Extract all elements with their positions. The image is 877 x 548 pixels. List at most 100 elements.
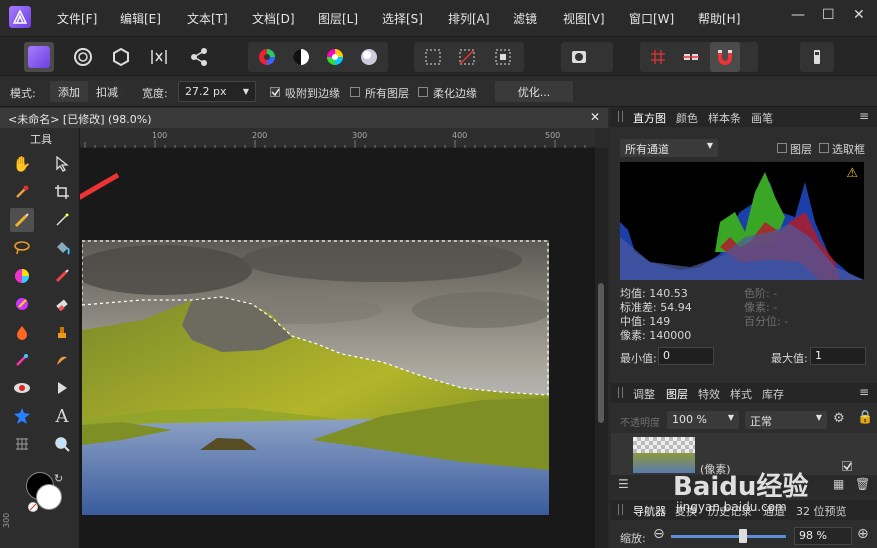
freehand-selection-tool-icon[interactable] [10,236,34,260]
menu-document[interactable]: 文档[D] [252,10,295,27]
panel-menu-icon[interactable]: ≡ [859,385,869,399]
tab-navigator[interactable]: 导航器 [633,503,666,519]
grid-icon[interactable] [643,42,673,72]
layer-settings-icon[interactable]: ⚙ [833,411,845,426]
zoom-slider-handle[interactable] [739,529,747,543]
paint-brush-tool-icon[interactable] [50,264,74,288]
menu-arrange[interactable]: 排列[A] [448,10,490,27]
menu-layer[interactable]: 图层[L] [318,10,358,27]
text-tool-icon[interactable]: A [50,404,74,428]
mode-subtract-button[interactable]: 扣减 [88,81,126,102]
fill-tool-icon[interactable] [50,236,74,260]
marquee-checkbox[interactable] [819,143,829,153]
all-layers-checkbox[interactable] [350,87,360,97]
canvas-area[interactable] [80,148,595,548]
soft-edges-checkbox[interactable] [418,87,428,97]
menu-window[interactable]: 窗口[W] [629,10,674,27]
white-balance-icon[interactable] [354,42,384,72]
tab-swatches[interactable]: 样本条 [708,110,741,126]
menu-text[interactable]: 文本[T] [187,10,228,27]
canvas-vertical-scrollbar[interactable] [595,148,608,548]
smudge-brush-tool-icon[interactable] [50,348,74,372]
export-persona-icon[interactable] [184,42,214,72]
layers-stack-icon[interactable]: ☰ [618,477,629,491]
document-close-icon[interactable]: ✕ [590,110,600,124]
panel-menu-icon[interactable]: ≡ [859,109,869,123]
panel-grip-icon[interactable] [618,504,623,515]
min-value-field[interactable]: 0 [658,347,714,365]
channel-dropdown[interactable]: 所有通道 ▼ [620,139,718,157]
selection-marquee-icon[interactable] [418,42,448,72]
close-window-button[interactable]: ✕ [853,7,865,23]
snap-align-icon[interactable] [676,42,706,72]
rectangle-shape-tool-icon[interactable] [10,404,34,428]
zoom-field[interactable]: 98 % [794,527,852,545]
zoom-out-icon[interactable]: ⊖ [653,526,665,542]
refine-button[interactable]: 优化... [495,81,573,102]
no-fill-icon[interactable] [28,502,38,512]
red-eye-tool-icon[interactable] [10,376,34,400]
node-tool-icon[interactable] [50,376,74,400]
hsl-icon[interactable] [320,42,350,72]
hand-tool-icon[interactable]: ✋ [10,152,34,176]
menu-filters[interactable]: 滤镜 [513,10,537,27]
clone-brush-tool-icon[interactable] [50,320,74,344]
maximize-button[interactable]: ☐ [822,7,835,23]
flood-select-tool-icon[interactable] [50,208,74,232]
scrollbar-thumb[interactable] [598,283,604,423]
selection-brush-tool-icon[interactable] [10,208,34,232]
tab-styles[interactable]: 样式 [730,386,752,402]
zoom-tool-icon[interactable] [50,432,74,456]
zoom-in-icon[interactable]: ⊕ [857,526,869,542]
opacity-label: 不透明度 [620,418,660,429]
color-replacement-tool-icon[interactable] [10,292,34,316]
width-field[interactable]: 27.2 px ▼ [178,81,256,102]
invert-selection-icon[interactable] [488,42,518,72]
mode-add-button[interactable]: 添加 [50,81,88,102]
quick-mask-icon[interactable] [564,42,594,72]
panel-grip-icon[interactable] [618,111,623,122]
inpainting-brush-tool-icon[interactable] [10,348,34,372]
menu-help[interactable]: 帮助[H] [698,10,740,27]
opacity-dropdown[interactable]: 100 % ▼ [667,411,739,429]
layer-checkbox[interactable] [777,143,787,153]
max-value-field[interactable]: 1 [810,347,866,365]
erase-brush-tool-icon[interactable] [50,292,74,316]
develop-persona-icon[interactable] [106,42,136,72]
move-tool-icon[interactable] [50,152,74,176]
tone-mapping-persona-icon[interactable] [144,42,174,72]
color-picker-tool-icon[interactable] [10,180,34,204]
tab-color[interactable]: 颜色 [676,110,698,126]
blend-mode-dropdown[interactable]: 正常 ▼ [745,411,827,429]
black-white-icon[interactable] [286,42,316,72]
levels-icon[interactable] [252,42,282,72]
tab-brushes[interactable]: 画笔 [751,110,773,126]
tab-adjustments[interactable]: 调整 [633,386,655,402]
menu-select[interactable]: 选择[S] [382,10,423,27]
dodge-tool-icon[interactable] [10,320,34,344]
panel-grip-icon[interactable] [618,387,623,398]
tab-layers[interactable]: 图层 [666,386,688,402]
tab-stock[interactable]: 库存 [762,386,784,402]
gradient-tool-icon[interactable] [10,264,34,288]
swap-colors-icon[interactable]: ↻ [54,472,63,485]
deselect-icon[interactable] [452,42,482,72]
snapping-magnet-icon[interactable] [710,42,740,72]
minimize-button[interactable]: — [791,7,805,23]
layer-lock-icon[interactable]: 🔒 [857,410,873,425]
photo-persona-icon[interactable] [24,42,54,72]
assistant-icon[interactable] [802,42,832,72]
tab-effects[interactable]: 特效 [698,386,720,402]
width-dropdown-icon[interactable]: ▼ [243,87,249,96]
menu-view[interactable]: 视图[V] [563,10,605,27]
crop-tool-icon[interactable] [50,180,74,204]
zoom-slider[interactable] [671,535,786,538]
menu-file[interactable]: 文件[F] [57,10,97,27]
tab-histogram[interactable]: 直方图 [633,110,666,126]
menu-edit[interactable]: 编辑[E] [120,10,161,27]
document-tab[interactable]: <未命名> [已修改] (98.0%) ✕ [0,108,608,128]
secondary-color-swatch[interactable] [36,484,62,510]
mesh-warp-tool-icon[interactable] [10,432,34,456]
snap-edges-checkbox[interactable] [270,87,280,97]
liquify-persona-icon[interactable] [68,42,98,72]
